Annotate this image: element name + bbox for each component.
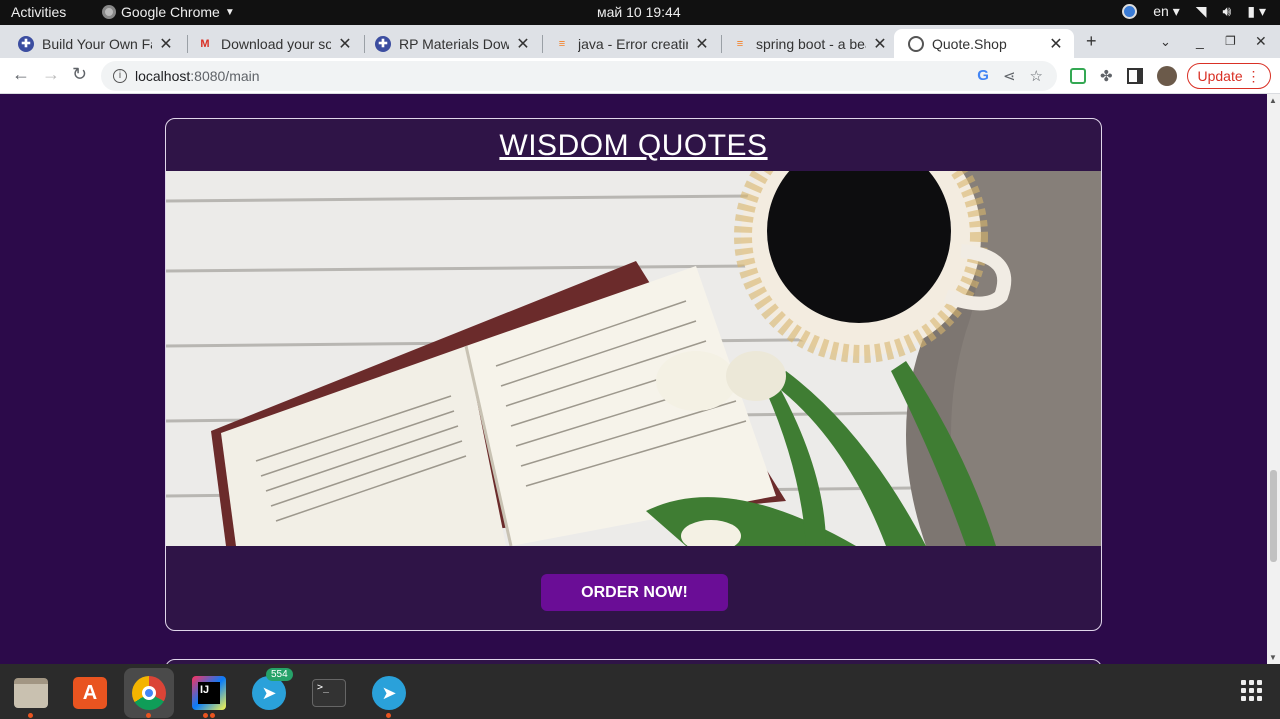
- battery-icon[interactable]: ▮ ▾: [1247, 3, 1266, 20]
- keyboard-layout[interactable]: en ▾: [1153, 3, 1180, 20]
- back-button[interactable]: ←: [12, 64, 30, 85]
- address-bar[interactable]: i localhost:8080/main G ⋖ ☆: [101, 61, 1057, 91]
- info-icon[interactable]: i: [113, 69, 127, 83]
- tab-title: Quote.Shop: [932, 35, 1007, 52]
- running-indicator: [203, 713, 208, 718]
- stackoverflow-icon: ≡: [736, 37, 744, 50]
- scroll-up-icon[interactable]: ▲: [1269, 96, 1277, 105]
- close-window-button[interactable]: ✕: [1255, 33, 1267, 50]
- stackoverflow-icon: ≡: [558, 37, 566, 50]
- minimize-button[interactable]: _: [1196, 33, 1204, 49]
- close-icon[interactable]: ✕: [158, 34, 174, 54]
- volume-icon[interactable]: 🔊︎: [1223, 3, 1232, 20]
- tab-build-your-own[interactable]: ✚ Build Your Own Fa ✕: [4, 29, 184, 58]
- running-indicator: [210, 713, 215, 718]
- update-button[interactable]: Update ⋮: [1187, 63, 1271, 89]
- running-indicator: [386, 713, 391, 718]
- tab-title: Build Your Own Fa: [42, 35, 152, 52]
- chrome-icon: [102, 5, 116, 19]
- restore-button[interactable]: ❐: [1225, 34, 1236, 48]
- dock: A IJ ➤ >_ ➤: [0, 664, 1280, 719]
- tab-search-chevron-icon[interactable]: ⌄: [1160, 34, 1171, 50]
- puzzle-icon[interactable]: ✤: [1100, 67, 1113, 85]
- show-apps-icon[interactable]: [1241, 680, 1262, 701]
- tab-strip: ✚ Build Your Own Fa ✕ M Download your so…: [0, 25, 1280, 58]
- chevron-down-icon: ▼: [224, 6, 235, 18]
- telegram-desktop-icon[interactable]: ➤: [364, 668, 414, 718]
- tab-title: RP Materials Dow: [399, 35, 509, 52]
- tab-spring-boot[interactable]: ≡ spring boot - a bea ✕: [718, 29, 898, 58]
- files-icon[interactable]: [6, 668, 56, 718]
- wifi-icon[interactable]: ◥: [1196, 3, 1207, 20]
- avatar[interactable]: [1156, 66, 1177, 86]
- tab-quote-shop[interactable]: Quote.Shop ✕: [894, 29, 1074, 58]
- side-panel-icon[interactable]: [1126, 68, 1143, 84]
- close-icon[interactable]: ✕: [337, 34, 353, 54]
- navigation-bar: ← → ↻ i localhost:8080/main G ⋖ ☆ ✤ Upda…: [0, 58, 1280, 94]
- globe-icon: [908, 35, 924, 52]
- extension-icon[interactable]: [1070, 68, 1086, 84]
- close-icon[interactable]: ✕: [515, 34, 531, 54]
- page-scrollbar[interactable]: ▲ ▼: [1267, 94, 1280, 664]
- product-image: [166, 171, 1101, 546]
- gmail-icon: M: [200, 37, 210, 50]
- running-indicator: [146, 713, 151, 718]
- intellij-icon[interactable]: IJ: [184, 668, 234, 718]
- activities-button[interactable]: Activities: [11, 4, 66, 20]
- tab-title: Download your so: [221, 35, 331, 52]
- extensions-area: ✤: [1070, 66, 1177, 86]
- tab-java-error[interactable]: ≡ java - Error creatin ✕: [540, 29, 720, 58]
- system-top-bar: Activities Google Chrome ▼ май 10 19:44 …: [0, 0, 1280, 25]
- scroll-down-icon[interactable]: ▼: [1269, 653, 1277, 662]
- bookmark-star-icon[interactable]: ☆: [1030, 67, 1043, 85]
- google-icon[interactable]: G: [977, 67, 989, 85]
- running-indicator: [28, 713, 33, 718]
- tab-title: java - Error creatin: [578, 35, 688, 52]
- page-viewport: WISDOM QUOTES ORDER NOW!: [0, 94, 1267, 664]
- order-now-button[interactable]: ORDER NOW!: [541, 574, 728, 611]
- product-card: WISDOM QUOTES ORDER NOW!: [165, 118, 1102, 631]
- scroll-thumb[interactable]: [1270, 470, 1277, 562]
- tab-title: spring boot - a bea: [756, 35, 866, 52]
- tab-download-your-so[interactable]: M Download your so ✕: [183, 29, 363, 58]
- terminal-icon[interactable]: >_: [304, 668, 354, 718]
- clock[interactable]: май 10 19:44: [597, 4, 681, 20]
- url-path: :8080/main: [190, 68, 260, 84]
- url-host: localhost: [135, 68, 191, 84]
- reload-button[interactable]: ↻: [72, 64, 87, 85]
- system-tray[interactable]: en ▾ ◥ 🔊︎ ▮ ▾: [1122, 3, 1266, 20]
- tab-rp-materials[interactable]: ✚ RP Materials Dow ✕: [361, 29, 541, 58]
- close-icon[interactable]: ✕: [694, 34, 710, 54]
- share-icon[interactable]: ⋖: [1003, 67, 1016, 85]
- omnibox-actions: G ⋖ ☆: [977, 67, 1043, 85]
- globe-icon: ✚: [375, 35, 391, 52]
- card-title[interactable]: WISDOM QUOTES: [166, 129, 1101, 163]
- app-menu[interactable]: Google Chrome ▼: [102, 4, 235, 20]
- telegram-unread-badge: 554: [266, 668, 293, 681]
- close-icon[interactable]: ✕: [872, 34, 888, 54]
- close-icon[interactable]: ✕: [1048, 34, 1064, 54]
- forward-button[interactable]: →: [42, 64, 60, 85]
- app-store-icon[interactable]: A: [65, 668, 115, 718]
- accessibility-icon[interactable]: [1122, 4, 1138, 19]
- new-tab-button[interactable]: +: [1086, 31, 1097, 52]
- globe-icon: ✚: [18, 35, 34, 52]
- chrome-icon[interactable]: [124, 668, 174, 718]
- app-name: Google Chrome: [121, 4, 220, 20]
